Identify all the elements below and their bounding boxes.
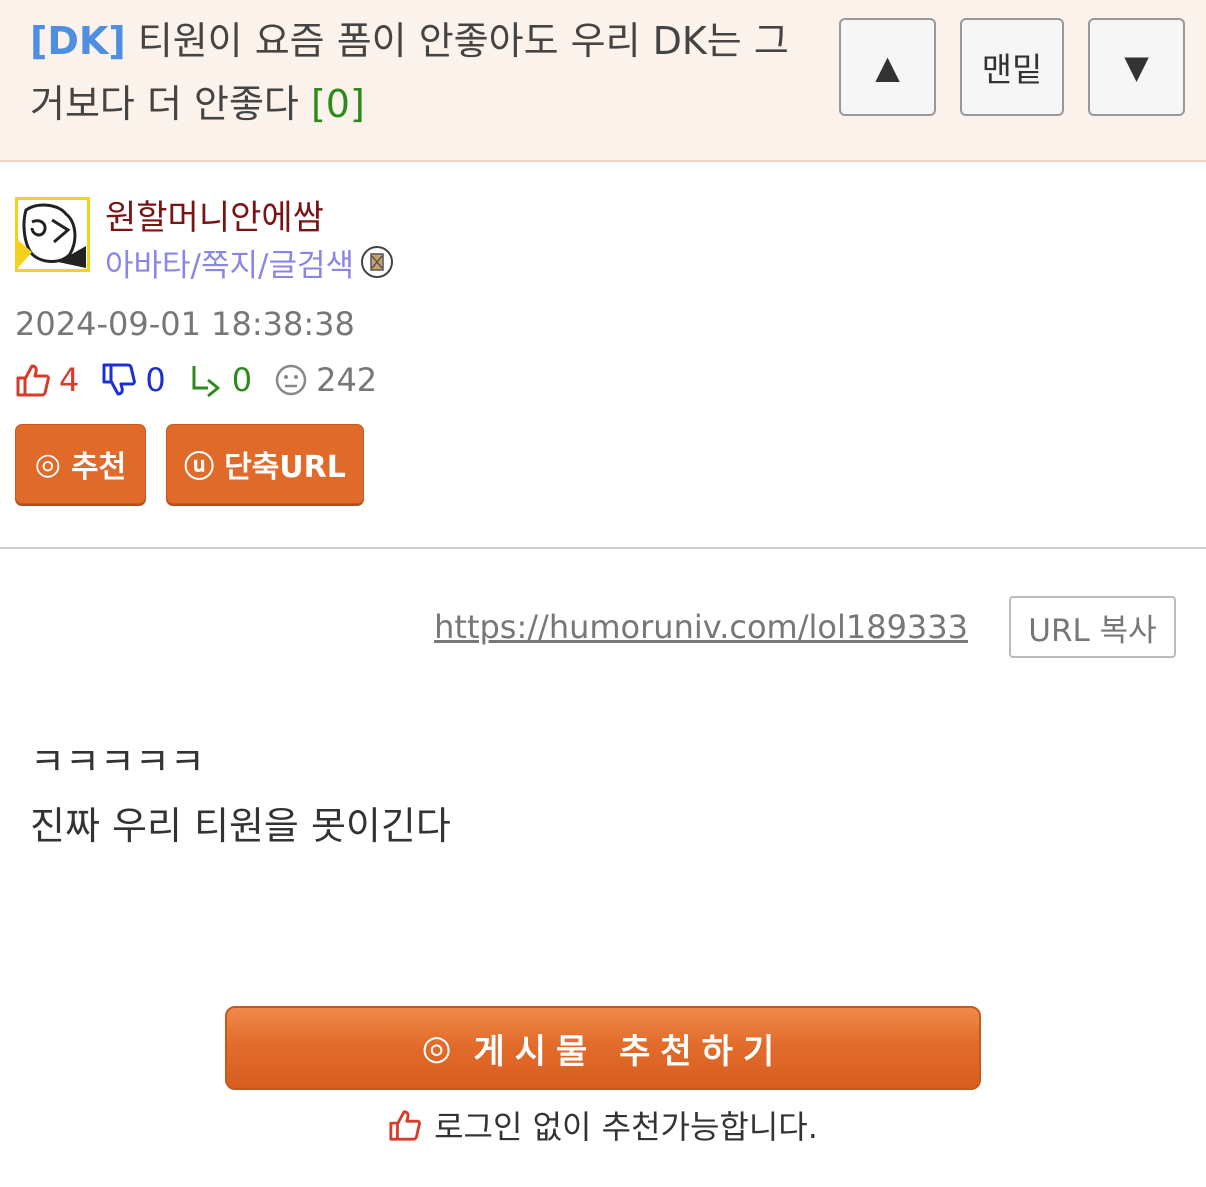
- post-url-link[interactable]: https://humoruniv.com/lol189333: [434, 608, 968, 646]
- target-circle-icon: ◎: [34, 446, 61, 482]
- avatar-sketch-icon[interactable]: [15, 197, 90, 272]
- view-count: 242: [316, 361, 378, 399]
- recommend-button-label: 추천: [70, 450, 127, 485]
- post-date: 2024-09-01 18:38:38: [15, 305, 355, 343]
- scroll-bottom-button[interactable]: 맨밑: [960, 18, 1064, 116]
- scroll-down-button[interactable]: ▼: [1088, 18, 1185, 116]
- post-title-text: 티원이 요즘 폼이 안좋아도 우리 DK는 그거보다 더 안좋다: [30, 19, 789, 126]
- reply-stat: 0: [188, 361, 252, 399]
- recommend-post-button-label: 게시물 추천하기: [473, 1031, 785, 1072]
- recommend-post-button[interactable]: ◎ 게시물 추천하기: [225, 1006, 981, 1090]
- recommend-button[interactable]: ◎ 추천: [15, 424, 146, 504]
- comment-count[interactable]: [0]: [311, 82, 365, 126]
- post-header: [DK] 티원이 요즘 폼이 안좋아도 우리 DK는 그거보다 더 안좋다 [0]…: [0, 0, 1206, 162]
- url-copy-button[interactable]: URL 복사: [1009, 596, 1176, 658]
- post-stats: 4 0 0 242: [15, 358, 399, 402]
- recommend-stat: 4: [15, 361, 79, 399]
- author-nickname[interactable]: 원할머니안에쌈: [105, 190, 324, 239]
- not-recommend-stat: 0: [101, 361, 166, 399]
- thumbs-up-icon: [389, 1110, 422, 1141]
- login-note-text: 로그인 없이 추천가능합니다.: [434, 1108, 818, 1146]
- post-body-line: ㅋㅋㅋㅋㅋ: [30, 740, 205, 784]
- circled-u-icon: ⓤ: [184, 450, 215, 485]
- scroll-up-button[interactable]: ▲: [839, 18, 936, 116]
- member-badge-icon: [361, 246, 393, 278]
- reply-count: 0: [231, 361, 253, 399]
- post-body: ㅋㅋㅋㅋㅋ 진짜 우리 티원을 못이긴다: [30, 730, 451, 858]
- post-title: [DK] 티원이 요즘 폼이 안좋아도 우리 DK는 그거보다 더 안좋다 [0]: [30, 10, 810, 136]
- short-url-button[interactable]: ⓤ 단축URL: [166, 424, 364, 504]
- author-links[interactable]: 아바타/쪽지/글검색: [105, 240, 354, 285]
- section-divider: [0, 547, 1206, 549]
- short-url-button-label: 단축URL: [224, 450, 346, 485]
- face-icon: [275, 364, 307, 396]
- not-recommend-count: 0: [145, 361, 166, 399]
- thumbs-down-icon: [102, 363, 137, 396]
- recommend-count: 4: [59, 361, 80, 399]
- reply-arrow-icon: [192, 366, 220, 398]
- category-tag: [DK]: [30, 19, 126, 63]
- view-stat: 242: [274, 361, 377, 399]
- target-circle-icon: ◎: [421, 1028, 462, 1068]
- thumbs-up-icon: [16, 364, 50, 397]
- post-body-line: 진짜 우리 티원을 못이긴다: [30, 804, 451, 848]
- login-note: 로그인 없이 추천가능합니다.: [0, 1102, 1206, 1148]
